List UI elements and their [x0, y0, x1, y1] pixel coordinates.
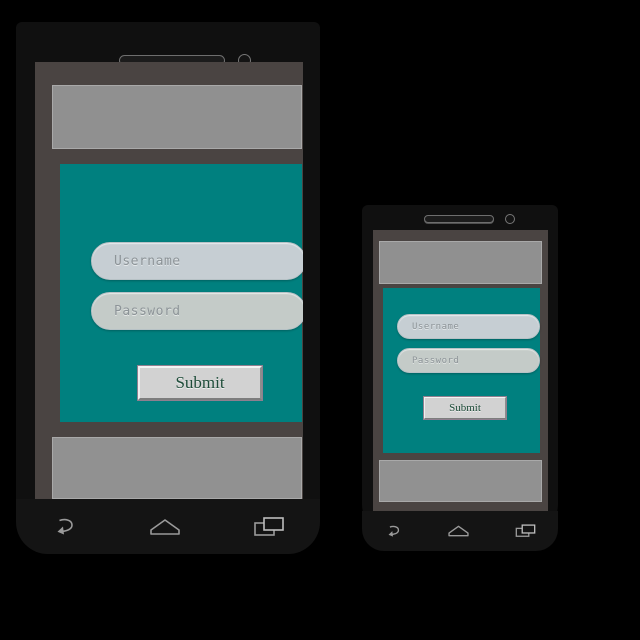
submit-button[interactable]: Submit [137, 365, 263, 401]
android-navigation-bar [16, 499, 320, 554]
home-button[interactable] [447, 524, 470, 538]
recents-icon [253, 515, 285, 539]
password-input[interactable]: Password [91, 292, 303, 330]
recents-icon [515, 523, 536, 539]
phone-mockup-small: Username Password Submit [362, 205, 558, 551]
bottom-panel [52, 437, 302, 499]
back-button[interactable] [51, 516, 77, 538]
password-placeholder: Password [412, 355, 460, 366]
submit-button-label: Submit [175, 373, 225, 392]
home-icon [447, 524, 470, 538]
username-placeholder: Username [412, 321, 460, 332]
password-input[interactable]: Password [397, 348, 540, 373]
phone-screen: Username Password Submit [35, 62, 303, 499]
recents-button[interactable] [253, 515, 285, 539]
login-content-panel: Username Password Submit [383, 288, 540, 453]
front-camera-icon [505, 214, 515, 224]
scene-background: Username Password Submit Username Passwo… [0, 0, 640, 640]
status-panel [52, 85, 302, 149]
status-panel [379, 241, 542, 284]
back-arrow-icon [384, 524, 402, 539]
password-placeholder: Password [114, 303, 181, 319]
submit-button-label: Submit [449, 402, 481, 414]
login-content-panel: Username Password Submit [60, 164, 303, 422]
phone-screen: Username Password Submit [373, 230, 548, 512]
home-button[interactable] [148, 517, 182, 537]
speaker-grille-icon [424, 215, 494, 223]
username-placeholder: Username [114, 253, 181, 269]
back-arrow-icon [51, 516, 77, 538]
username-input[interactable]: Username [91, 242, 303, 280]
back-button[interactable] [384, 524, 402, 539]
android-navigation-bar [362, 511, 558, 551]
bottom-panel [379, 460, 542, 502]
home-icon [148, 517, 182, 537]
username-input[interactable]: Username [397, 314, 540, 339]
recents-button[interactable] [515, 523, 536, 539]
submit-button[interactable]: Submit [423, 396, 507, 420]
phone-mockup-large: Username Password Submit [16, 22, 320, 554]
